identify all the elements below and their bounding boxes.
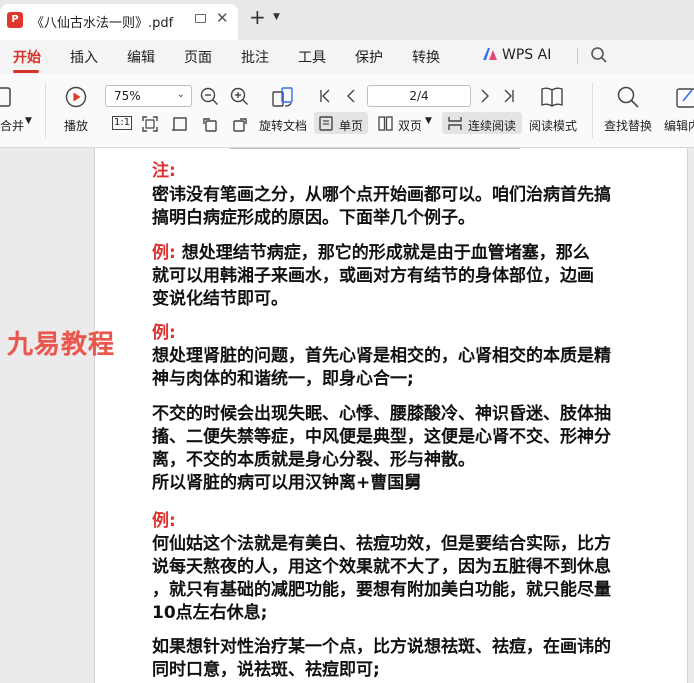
play-icon[interactable]: [65, 86, 87, 108]
zoom-out-icon[interactable]: [200, 87, 219, 106]
rotate-document-icon[interactable]: [271, 85, 295, 109]
menu-item-protect[interactable]: 保护: [355, 47, 383, 67]
toolbar-divider: [45, 82, 46, 138]
rotate-left-icon[interactable]: [202, 116, 218, 132]
page-number-input[interactable]: 2/4: [367, 85, 471, 107]
active-tab-indicator: [13, 70, 39, 73]
actual-size-icon[interactable]: 1:1: [112, 116, 133, 130]
single-page-label: 单页: [339, 119, 364, 133]
paragraph-line: 说每天熬夜的人，用这个效果就不大了，因为五脏得不到休息: [152, 557, 611, 577]
rotate-document-label[interactable]: 旋转文档: [259, 117, 307, 134]
search-icon[interactable]: [590, 46, 608, 64]
merge-icon[interactable]: [0, 86, 12, 108]
paragraph-line: ，就只有基础的减肥功能，要想有附加美白功能，就只能尽量: [152, 580, 611, 600]
paragraph-line: 密讳没有笔画之分，从哪个点开始画都可以。咱们治病首先搞: [152, 185, 611, 205]
find-replace-icon[interactable]: [616, 85, 640, 109]
fit-width-icon[interactable]: [172, 116, 188, 132]
paragraph-line: 所以肾脏的病可以用汉钟离+曹国舅: [152, 473, 422, 493]
next-page-icon[interactable]: [478, 88, 492, 104]
play-label[interactable]: 播放: [64, 117, 88, 134]
rotate-right-icon[interactable]: [232, 116, 248, 132]
paragraph-line: 想处理肾脏的问题，首先心肾是相交的，心肾相交的本质是精: [152, 346, 611, 366]
title-bar: P 《八仙古水法一则》.pdf ✕ + ▼: [0, 0, 694, 40]
paragraph-line: 搐、二便失禁等症，中风便是典型，这便是心肾不交、形神分: [152, 427, 611, 447]
paragraph-line: 不交的时候会出现失眠、心悸、腰膝酸冷、神识昏迷、肢体抽: [152, 404, 611, 424]
example-heading: 例:: [152, 511, 176, 531]
toolbar: [0, 74, 694, 148]
note-heading: 注:: [152, 161, 176, 181]
document-tab[interactable]: P 《八仙古水法一则》.pdf ✕: [0, 4, 238, 40]
paragraph-line: 何仙姑这个法就是有美白、祛痘功效，但是要结合实际，比方: [152, 534, 611, 554]
double-page-icon[interactable]: [378, 116, 393, 131]
find-replace-label[interactable]: 查找替换: [604, 117, 652, 134]
menu-item-insert[interactable]: 插入: [70, 47, 98, 67]
paragraph-line: 变说化结节即可。: [152, 289, 288, 309]
paragraph-line: 离，不交的本质就是身心分裂、形与神散。: [152, 450, 475, 470]
double-page-label[interactable]: 双页: [398, 117, 422, 134]
chevron-down-icon: ⌄: [176, 89, 185, 100]
new-tab-icon[interactable]: +: [249, 5, 266, 29]
monitor-icon[interactable]: [195, 14, 206, 23]
merge-label[interactable]: 合并: [0, 117, 24, 134]
zoom-select[interactable]: 75% ⌄: [105, 85, 192, 107]
reading-mode-icon[interactable]: [540, 86, 564, 108]
tab-title: 《八仙古水法一则》.pdf: [31, 16, 174, 31]
paragraph-line: 如果想针对性治疗某一个点，比方说想祛斑、祛痘，在画讳的: [152, 637, 611, 657]
menu-item-page[interactable]: 页面: [184, 47, 212, 67]
menu-item-wps-ai[interactable]: WPS AI: [502, 47, 551, 63]
example-label: 例:: [152, 243, 176, 263]
merge-dropdown-icon[interactable]: ▼: [25, 116, 32, 126]
single-page-icon: [319, 116, 333, 131]
chevron-down-icon[interactable]: ▼: [273, 12, 280, 22]
example-text: 想处理结节病症，那它的形成就是由于血管堵塞，那么: [175, 243, 590, 263]
toolbar-divider: [592, 82, 593, 138]
close-tab-icon[interactable]: ✕: [216, 9, 229, 27]
double-page-dropdown-icon[interactable]: ▼: [425, 116, 432, 126]
continuous-reading-label: 连续阅读: [468, 119, 517, 133]
paragraph-line: 同时口意，说祛斑、祛痘即可;: [152, 660, 380, 680]
fit-page-icon[interactable]: [142, 116, 158, 132]
paragraph-line: 10点左右休息;: [152, 603, 268, 623]
last-page-icon[interactable]: [502, 88, 516, 104]
menu-item-home[interactable]: 开始: [13, 47, 41, 67]
pdf-file-icon: P: [7, 12, 23, 28]
menu-item-tools[interactable]: 工具: [298, 47, 326, 67]
paragraph-line: 搞明白病症形成的原因。下面举几个例子。: [152, 208, 475, 228]
page-number-value: 2/4: [409, 89, 429, 103]
menu-item-convert[interactable]: 转换: [412, 47, 440, 67]
wps-ai-icon[interactable]: [482, 47, 498, 61]
paragraph-line: 神与肉体的和谐统一，即身心合一;: [152, 369, 414, 389]
previous-line-remnant: [230, 148, 520, 151]
watermark-logo: 九易教程: [7, 330, 116, 360]
edit-content-label[interactable]: 编辑内: [664, 117, 694, 134]
edit-content-icon[interactable]: [675, 85, 694, 109]
menu-divider: [577, 48, 578, 64]
continuous-reading-icon: [448, 117, 462, 130]
paragraph-line: 就可以用韩湘子来画水，或画对方有结节的身体部位，边画: [152, 266, 594, 286]
zoom-value: 75%: [114, 89, 141, 103]
zoom-in-icon[interactable]: [230, 87, 249, 106]
previous-page-icon[interactable]: [344, 88, 358, 104]
menu-item-annotate[interactable]: 批注: [241, 47, 269, 67]
menu-item-edit[interactable]: 编辑: [127, 47, 155, 67]
reading-mode-label[interactable]: 阅读模式: [529, 117, 577, 134]
example-line: 例: 想处理结节病症，那它的形成就是由于血管堵塞，那么: [152, 242, 590, 265]
first-page-icon[interactable]: [318, 88, 332, 104]
example-heading: 例:: [152, 323, 176, 343]
